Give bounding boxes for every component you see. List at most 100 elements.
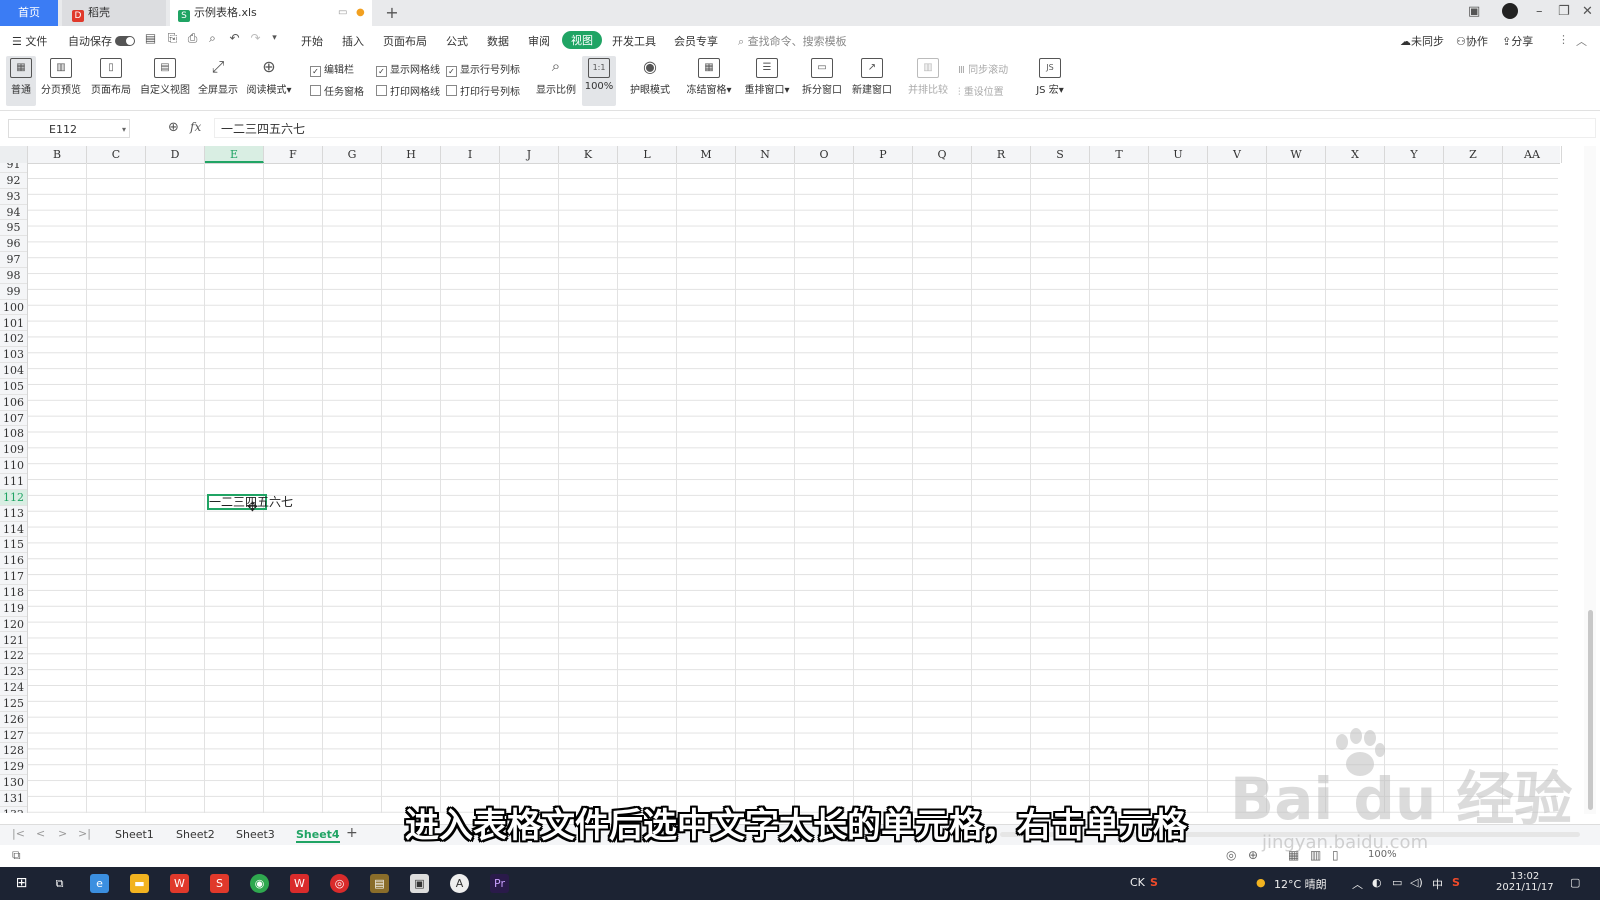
column-header-k[interactable]: K bbox=[559, 146, 618, 163]
column-header-o[interactable]: O bbox=[795, 146, 854, 163]
custom-view-button[interactable]: ▤ 自定义视图 bbox=[138, 56, 192, 106]
eye-icon[interactable]: ◎ bbox=[1226, 848, 1236, 862]
task-pane-checkbox[interactable]: 任务窗格 bbox=[310, 83, 364, 98]
edge-icon[interactable]: e bbox=[90, 874, 109, 893]
menu-insert[interactable]: 插入 bbox=[342, 33, 364, 49]
row-header-98[interactable]: 98 bbox=[0, 268, 27, 284]
column-header-c[interactable]: C bbox=[87, 146, 146, 163]
row-header-128[interactable]: 128 bbox=[0, 743, 27, 760]
customize-dropdown-icon[interactable]: ▾ bbox=[268, 32, 281, 45]
formula-bar-checkbox[interactable]: ✓ 编辑栏 bbox=[310, 61, 354, 77]
new-tab-button[interactable]: + bbox=[380, 0, 404, 26]
row-header-114[interactable]: 114 bbox=[0, 522, 27, 538]
weather-text[interactable]: 12°C 晴朗 bbox=[1274, 876, 1327, 892]
name-box[interactable]: E112 ▾ bbox=[8, 119, 130, 138]
row-header-132[interactable]: 132 bbox=[0, 807, 27, 813]
row-header-107[interactable]: 107 bbox=[0, 411, 27, 427]
minimize-icon[interactable]: – bbox=[1536, 4, 1543, 19]
sheet-tab-4[interactable]: Sheet4 bbox=[296, 828, 340, 843]
row-header-100[interactable]: 100 bbox=[0, 300, 27, 316]
autosave-toggle[interactable]: 自动保存 bbox=[68, 33, 135, 49]
menu-home[interactable]: 开始 bbox=[301, 33, 323, 49]
row-header-109[interactable]: 109 bbox=[0, 442, 27, 459]
row-header-110[interactable]: 110 bbox=[0, 458, 27, 474]
sheet-tab-1[interactable]: Sheet1 bbox=[115, 828, 154, 841]
ime-indicator[interactable]: 中 bbox=[1432, 876, 1443, 892]
column-header-m[interactable]: M bbox=[677, 146, 736, 163]
premiere-icon[interactable]: Pr bbox=[490, 874, 509, 893]
notification-icon[interactable]: ▢ bbox=[1570, 876, 1580, 889]
arrange-windows-button[interactable]: ☰ 重排窗口▾ bbox=[742, 56, 792, 106]
wps-icon[interactable]: W bbox=[170, 874, 189, 893]
first-sheet-icon[interactable]: |< bbox=[12, 827, 25, 840]
column-header-b[interactable]: B bbox=[28, 146, 87, 163]
fx-button[interactable]: fx bbox=[190, 120, 201, 134]
undo-icon[interactable]: ↶ bbox=[228, 32, 241, 45]
show-gridlines-checkbox[interactable]: ✓ 显示网格线 bbox=[376, 61, 440, 77]
column-header-f[interactable]: F bbox=[264, 146, 323, 163]
reading-mode-button[interactable]: ⊕ 阅读模式▾ bbox=[244, 56, 294, 106]
show-headings-checkbox[interactable]: ✓ 显示行号列标 bbox=[446, 61, 520, 77]
column-header-u[interactable]: U bbox=[1149, 146, 1208, 163]
column-header-r[interactable]: R bbox=[972, 146, 1031, 163]
row-header-101[interactable]: 101 bbox=[0, 316, 27, 332]
column-header-g[interactable]: G bbox=[323, 146, 382, 163]
vertical-scroll-thumb[interactable] bbox=[1588, 610, 1593, 810]
menu-developer[interactable]: 开发工具 bbox=[612, 33, 656, 49]
tab-workbook[interactable]: S 示例表格.xls ▭ ● bbox=[170, 0, 372, 26]
collab-button[interactable]: ⚇协作 bbox=[1456, 33, 1488, 49]
row-header-103[interactable]: 103 bbox=[0, 347, 27, 364]
row-header-122[interactable]: 122 bbox=[0, 648, 27, 665]
windows-start-icon[interactable]: ⊞ bbox=[12, 874, 31, 893]
formula-input[interactable]: 一二三四五六七 bbox=[214, 118, 1596, 138]
row-header-93[interactable]: 93 bbox=[0, 189, 27, 205]
sogou-icon[interactable]: S bbox=[1150, 876, 1158, 889]
select-all-corner[interactable] bbox=[0, 146, 28, 163]
print-gridlines-checkbox[interactable]: 打印网格线 bbox=[376, 83, 440, 98]
page-layout-view-button[interactable]: ▯ 页面布局 bbox=[88, 56, 134, 106]
normal-view-button[interactable]: ▦ 普通 bbox=[6, 56, 36, 106]
tray-apps-icon[interactable]: ◐ bbox=[1372, 876, 1382, 889]
split-window-button[interactable]: ▭ 拆分窗口 bbox=[800, 56, 844, 106]
print-icon[interactable]: ⎙ bbox=[186, 32, 199, 45]
ck-indicator[interactable]: CK bbox=[1130, 876, 1145, 889]
column-header-j[interactable]: J bbox=[500, 146, 559, 163]
new-window-button[interactable]: ↗ 新建窗口 bbox=[850, 56, 894, 106]
photo-app-icon[interactable]: ▣ bbox=[410, 874, 429, 893]
sync-status[interactable]: ☁未同步 bbox=[1400, 33, 1444, 49]
chrome-icon[interactable]: ◉ bbox=[250, 874, 269, 893]
row-header-125[interactable]: 125 bbox=[0, 696, 27, 712]
cell-grid[interactable] bbox=[28, 163, 1558, 813]
column-header-h[interactable]: H bbox=[382, 146, 441, 163]
column-header-z[interactable]: Z bbox=[1444, 146, 1503, 163]
last-sheet-icon[interactable]: >| bbox=[78, 827, 91, 840]
row-header-121[interactable]: 121 bbox=[0, 633, 27, 649]
row-header-123[interactable]: 123 bbox=[0, 664, 27, 681]
sogou-ime-icon[interactable]: S bbox=[1452, 876, 1460, 889]
row-header-92[interactable]: 92 bbox=[0, 173, 27, 189]
column-header-w[interactable]: W bbox=[1267, 146, 1326, 163]
column-header-s[interactable]: S bbox=[1031, 146, 1090, 163]
row-header-120[interactable]: 120 bbox=[0, 617, 27, 633]
export-icon[interactable]: ⎘ bbox=[166, 32, 179, 45]
media-app-icon[interactable]: ▤ bbox=[370, 874, 389, 893]
network-icon[interactable]: ▭ bbox=[1392, 876, 1402, 889]
column-header-x[interactable]: X bbox=[1326, 146, 1385, 163]
zoom-100-button[interactable]: 1:1 100% bbox=[582, 56, 616, 106]
zoom-formula-icon[interactable]: ⊕ bbox=[168, 120, 179, 135]
file-explorer-icon[interactable]: ▬ bbox=[130, 874, 149, 893]
row-header-99[interactable]: 99 bbox=[0, 284, 27, 300]
menu-member[interactable]: 会员专享 bbox=[674, 33, 718, 49]
column-header-y[interactable]: Y bbox=[1385, 146, 1444, 163]
wps-office-icon[interactable]: S bbox=[210, 874, 229, 893]
row-header-102[interactable]: 102 bbox=[0, 331, 27, 348]
freeze-panes-button[interactable]: ▦ 冻结窗格▾ bbox=[684, 56, 734, 106]
row-header-119[interactable]: 119 bbox=[0, 601, 27, 617]
row-header-124[interactable]: 124 bbox=[0, 680, 27, 696]
prev-sheet-icon[interactable]: < bbox=[36, 827, 45, 840]
menu-data[interactable]: 数据 bbox=[487, 33, 509, 49]
sheet-tab-2[interactable]: Sheet2 bbox=[176, 828, 215, 841]
close-icon[interactable]: ✕ bbox=[1582, 4, 1593, 19]
row-header-112[interactable]: 112 bbox=[0, 489, 27, 506]
row-header-91[interactable]: 91 bbox=[0, 163, 27, 173]
